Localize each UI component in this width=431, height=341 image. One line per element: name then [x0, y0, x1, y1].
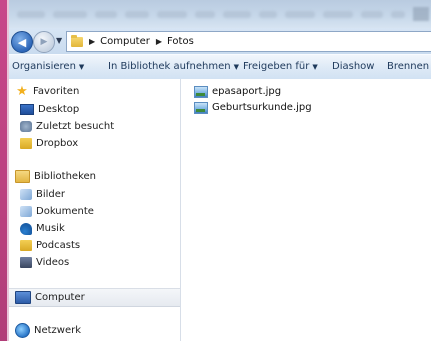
- explorer-window: ◀ ▶ ▼ ▶ Computer ▶ Fotos Organisieren ▼ I…: [0, 0, 431, 341]
- folder-icon: [20, 138, 32, 149]
- nav-documents-label: Dokumente: [36, 206, 94, 217]
- command-bar: Organisieren ▼ In Bibliothek aufnehmen ▼ F…: [9, 54, 431, 80]
- nav-recent-label: Zuletzt besucht: [36, 121, 115, 132]
- nav-desktop-label: Desktop: [38, 104, 80, 115]
- nav-favorites-label: Favoriten: [33, 86, 80, 97]
- nav-music-label: Musik: [36, 223, 65, 234]
- nav-dropbox[interactable]: Dropbox: [9, 135, 180, 152]
- library-label: In Bibliothek aufnehmen: [108, 61, 231, 72]
- dropdown-arrow-icon: ▼: [233, 63, 239, 71]
- file-name: epasaport.jpg: [212, 86, 282, 97]
- share-with-button[interactable]: Freigeben für ▼: [243, 61, 318, 72]
- share-label: Freigeben für: [243, 61, 310, 72]
- recent-places-icon: [20, 121, 32, 132]
- nav-network[interactable]: Netzwerk: [9, 322, 180, 339]
- organize-button[interactable]: Organisieren ▼: [12, 61, 84, 72]
- breadcrumb-computer[interactable]: Computer: [100, 36, 150, 47]
- nav-music[interactable]: Musik: [9, 220, 180, 237]
- nav-dropbox-label: Dropbox: [36, 138, 79, 149]
- computer-icon: [15, 291, 31, 304]
- recent-pages-dropdown[interactable]: ▼: [56, 36, 62, 45]
- breadcrumb-fotos[interactable]: Fotos: [167, 36, 194, 47]
- file-list: epasaport.jpg Geburtsurkunde.jpg: [181, 79, 431, 341]
- organize-label: Organisieren: [12, 61, 76, 72]
- address-bar[interactable]: ▶ Computer ▶ Fotos: [66, 31, 431, 52]
- nav-pictures[interactable]: Bilder: [9, 186, 180, 203]
- arrow-right-icon: ▶: [40, 36, 48, 47]
- nav-libraries[interactable]: Bibliotheken: [9, 168, 180, 185]
- list-item[interactable]: Geburtsurkunde.jpg: [194, 100, 312, 115]
- pictures-library-icon: [20, 189, 32, 200]
- chevron-right-icon[interactable]: ▶: [156, 37, 162, 46]
- nav-videos[interactable]: Videos: [9, 254, 180, 271]
- image-file-icon: [194, 101, 208, 114]
- navigation-pane: ★ Favoriten Desktop Zuletzt besucht Drop…: [9, 79, 181, 341]
- videos-library-icon: [20, 257, 32, 268]
- nav-libraries-label: Bibliotheken: [34, 171, 96, 182]
- burn-button[interactable]: Brennen: [387, 61, 429, 72]
- slideshow-button[interactable]: Diashow: [332, 61, 374, 72]
- star-icon: ★: [16, 83, 28, 99]
- image-file-icon: [194, 85, 208, 98]
- dropdown-arrow-icon: ▼: [78, 63, 85, 71]
- nav-favorites[interactable]: ★ Favoriten: [9, 83, 180, 100]
- nav-videos-label: Videos: [36, 257, 70, 268]
- blurred-menu-bar: [9, 0, 431, 28]
- nav-documents[interactable]: Dokumente: [9, 203, 180, 220]
- music-library-icon: [20, 222, 32, 235]
- desktop-icon: [20, 104, 34, 115]
- nav-network-label: Netzwerk: [34, 325, 82, 336]
- nav-pictures-label: Bilder: [36, 189, 66, 200]
- list-item[interactable]: epasaport.jpg: [194, 84, 281, 99]
- folder-icon: [20, 240, 32, 251]
- nav-computer-label: Computer: [35, 292, 85, 303]
- nav-computer[interactable]: Computer: [9, 288, 180, 307]
- include-in-library-button[interactable]: In Bibliothek aufnehmen ▼: [108, 61, 239, 72]
- arrow-left-icon: ◀: [17, 35, 27, 49]
- dropdown-arrow-icon: ▼: [312, 63, 318, 71]
- file-name: Geburtsurkunde.jpg: [212, 102, 312, 113]
- nav-recent[interactable]: Zuletzt besucht: [9, 118, 180, 135]
- nav-desktop[interactable]: Desktop: [9, 101, 180, 118]
- nav-podcasts-label: Podcasts: [36, 240, 81, 251]
- chevron-right-icon[interactable]: ▶: [89, 37, 95, 46]
- address-row: ◀ ▶ ▼ ▶ Computer ▶ Fotos: [9, 28, 431, 54]
- libraries-icon: [15, 170, 30, 183]
- forward-button[interactable]: ▶: [33, 31, 55, 53]
- documents-library-icon: [20, 206, 32, 217]
- back-button[interactable]: ◀: [11, 31, 33, 53]
- network-icon: [15, 323, 30, 338]
- folder-icon: [71, 34, 83, 47]
- nav-podcasts[interactable]: Podcasts: [9, 237, 180, 254]
